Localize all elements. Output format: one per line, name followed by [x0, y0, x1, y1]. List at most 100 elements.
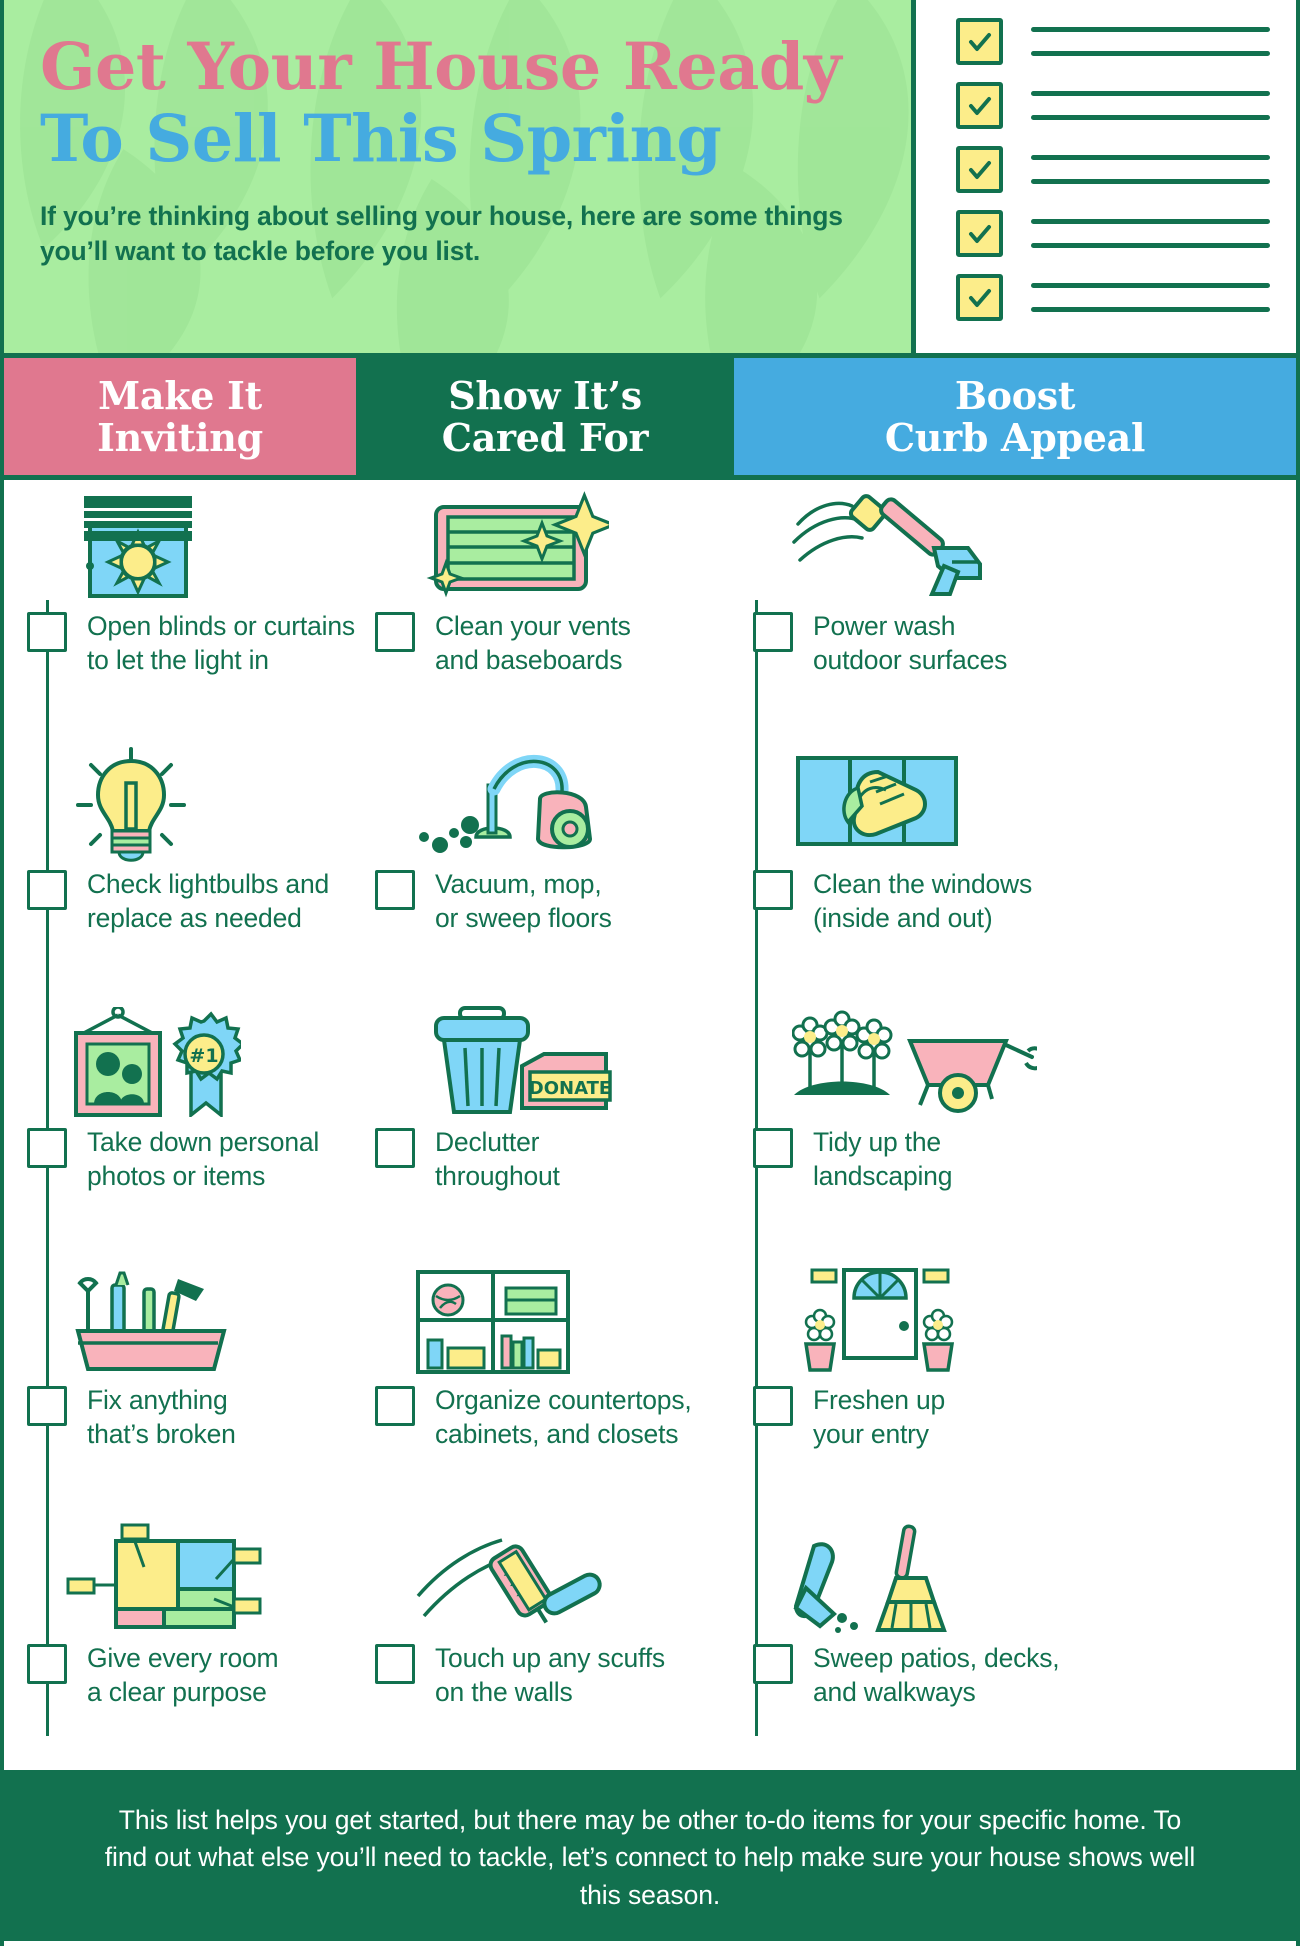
infographic-page: Get Your House Ready To Sell This Spring… — [0, 0, 1300, 1946]
checklist-graphic-row — [956, 18, 1270, 65]
paint-roller-icon — [356, 1514, 734, 1642]
checklist-graphic-lines — [1031, 283, 1270, 312]
column-heading-boost-curb-appeal: Boost Curb Appeal — [734, 358, 1296, 475]
checklist-item-label: Organize countertops, cabinets, and clos… — [435, 1385, 692, 1449]
checklist-graphic-lines — [1031, 219, 1270, 248]
checkbox[interactable] — [27, 1128, 67, 1168]
ribbon-badge-text: #1 — [189, 1045, 218, 1067]
checkbox[interactable] — [753, 1128, 793, 1168]
checklist-item: Give every room a clear purpose — [4, 1514, 356, 1772]
page-title-line2: To Sell This Spring — [40, 101, 722, 178]
checklist-item-label: Check lightbulbs and replace as needed — [87, 869, 330, 933]
window-squeegee-icon — [734, 740, 1296, 868]
checklist-item-label: Touch up any scuffs on the walls — [435, 1643, 665, 1707]
broom-dustpan-icon — [734, 1514, 1296, 1642]
checklist-item: Vacuum, mop, or sweep floors — [356, 740, 734, 998]
checkbox[interactable] — [375, 1128, 415, 1168]
checkbox[interactable] — [375, 1386, 415, 1426]
column-heading-show-its-cared-for: Show It’s Cared For — [356, 358, 734, 475]
heading-line2: Cared For — [441, 414, 649, 460]
heading-line1: Show It’s — [448, 373, 642, 419]
page-subtitle: If you’re thinking about selling your ho… — [40, 200, 843, 267]
checklist-item-label: Freshen up your entry — [813, 1385, 946, 1449]
heading-line2: Curb Appeal — [884, 414, 1146, 460]
lightbulb-icon — [4, 740, 356, 868]
check-icon — [956, 274, 1003, 321]
checklist-item: Clean your vents and baseboards — [356, 482, 734, 740]
checkbox[interactable] — [753, 1644, 793, 1684]
heading-line1: Make It — [98, 373, 262, 419]
toolbox-icon — [4, 1256, 356, 1384]
footer: This list helps you get started, but the… — [4, 1770, 1296, 1941]
column-headings: Make It Inviting Show It’s Cared For Boost… — [4, 358, 1296, 480]
checkbox[interactable] — [753, 612, 793, 652]
checkbox[interactable] — [375, 1644, 415, 1684]
checkbox[interactable] — [27, 1386, 67, 1426]
checklist-item: Open blinds or curtains to let the light… — [4, 482, 356, 740]
checklist-item-label: Power wash outdoor surfaces — [813, 611, 1008, 675]
photo-frame-ribbon-icon: #1 — [4, 998, 356, 1126]
shelf-organizer-icon — [356, 1256, 734, 1384]
checklist-item-label: Take down personal photos or items — [87, 1127, 320, 1191]
checklist-item-label: Vacuum, mop, or sweep floors — [435, 869, 612, 933]
window-blinds-sun-icon — [4, 482, 356, 610]
checklist-item: Freshen up your entry — [734, 1256, 1296, 1514]
checklist-item: Organize countertops, cabinets, and clos… — [356, 1256, 734, 1514]
column-make-it-inviting: Open blinds or curtains to let the light… — [4, 480, 356, 1770]
check-icon — [956, 146, 1003, 193]
checkbox[interactable] — [27, 1644, 67, 1684]
checklist-item: Clean the windows (inside and out) — [734, 740, 1296, 998]
floorplan-rooms-icon — [4, 1514, 356, 1642]
column-heading-make-it-inviting: Make It Inviting — [4, 358, 356, 475]
checklist-item-label: Sweep patios, decks, and walkways — [813, 1643, 1060, 1707]
checklist-item: Check lightbulbs and replace as needed — [4, 740, 356, 998]
checklist-item: Sweep patios, decks, and walkways — [734, 1514, 1296, 1772]
air-vent-sparkle-icon — [356, 482, 734, 610]
donate-box-label: DONATE — [529, 1078, 611, 1099]
checklist-item-label: Give every room a clear purpose — [87, 1643, 279, 1707]
checklist-item: DONATE Declutter throughout — [356, 998, 734, 1256]
page-title-line1: Get Your House Ready — [40, 29, 842, 105]
checkbox[interactable] — [753, 870, 793, 910]
checklist-graphic — [916, 0, 1296, 353]
checklist-graphic-row — [956, 146, 1270, 193]
check-icon — [956, 210, 1003, 257]
checkbox[interactable] — [375, 612, 415, 652]
checklist-item-label: Clean the windows (inside and out) — [813, 869, 1033, 933]
checklist-item: Fix anything that’s broken — [4, 1256, 356, 1514]
pressure-washer-icon — [734, 482, 1296, 610]
column-show-its-cared-for: Clean your vents and baseboards Vacuum, … — [356, 480, 758, 1772]
checkbox[interactable] — [375, 870, 415, 910]
checklist-graphic-row — [956, 210, 1270, 257]
checklist-item-label: Clean your vents and baseboards — [435, 611, 631, 675]
header-title-block: Get Your House Ready To Sell This Spring… — [4, 0, 916, 353]
checklist-item: #1 Take down personal photos or items — [4, 998, 356, 1256]
check-icon — [956, 82, 1003, 129]
checklist-item: Tidy up the landscaping — [734, 998, 1296, 1256]
check-icon — [956, 18, 1003, 65]
checkbox[interactable] — [27, 612, 67, 652]
checklist-graphic-lines — [1031, 155, 1270, 184]
checklist-item-label: Tidy up the landscaping — [813, 1127, 953, 1191]
checklist-item-label: Fix anything that’s broken — [87, 1385, 236, 1449]
checklist-graphic-row — [956, 82, 1270, 129]
heading-line2: Inviting — [97, 414, 263, 460]
front-door-icon — [734, 1256, 1296, 1384]
checkbox[interactable] — [753, 1386, 793, 1426]
checklist-graphic-lines — [1031, 91, 1270, 120]
column-boost-curb-appeal: Power wash outdoor surfaces Clean the wi… — [734, 480, 1296, 1770]
checklist-columns: Open blinds or curtains to let the light… — [4, 480, 1296, 1770]
flowers-wheelbarrow-icon — [734, 998, 1296, 1126]
header: Get Your House Ready To Sell This Spring… — [4, 0, 1296, 358]
checklist-item: Power wash outdoor surfaces — [734, 482, 1296, 740]
checklist-graphic-row — [956, 274, 1270, 321]
checklist-item-label: Open blinds or curtains to let the light… — [87, 611, 355, 675]
checklist-item: Touch up any scuffs on the walls — [356, 1514, 734, 1772]
checklist-graphic-lines — [1031, 27, 1270, 56]
checkbox[interactable] — [27, 870, 67, 910]
checklist-item-label: Declutter throughout — [435, 1127, 560, 1191]
trash-donate-box-icon: DONATE — [356, 998, 734, 1126]
footer-text: This list helps you get started, but the… — [104, 1804, 1196, 1910]
vacuum-cleaner-icon — [356, 740, 734, 868]
heading-line1: Boost — [954, 373, 1076, 419]
